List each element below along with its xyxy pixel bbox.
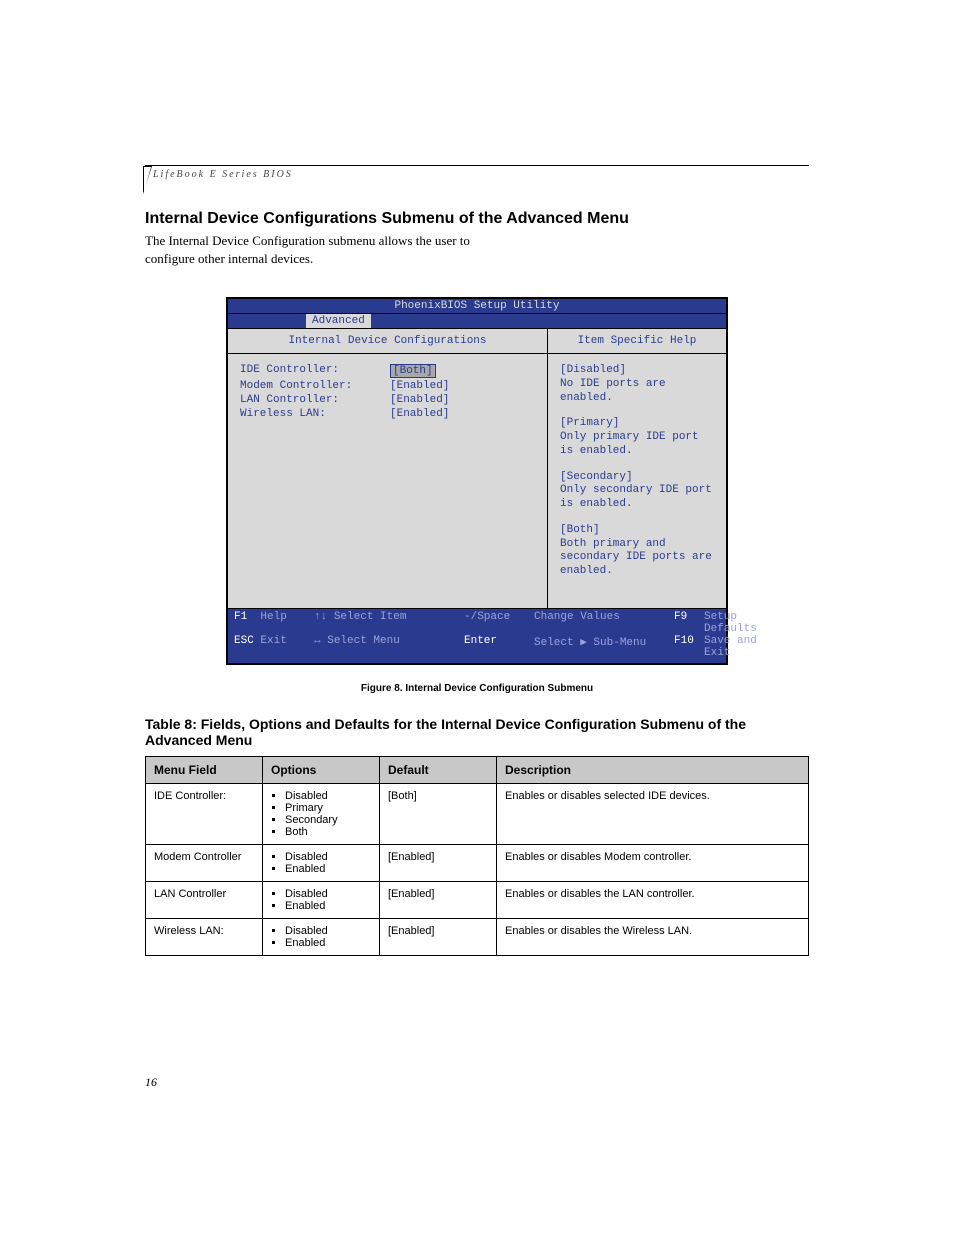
page-number: 16 bbox=[145, 1075, 157, 1090]
bios-help-heading: [Both] bbox=[560, 524, 714, 538]
cell-options: DisabledEnabled bbox=[263, 919, 380, 956]
bios-help-pane-title: Item Specific Help bbox=[548, 329, 726, 354]
cell-default: [Enabled] bbox=[380, 882, 497, 919]
cell-description: Enables or disables the LAN controller. bbox=[497, 882, 809, 919]
running-header: LifeBook E Series BIOS bbox=[145, 165, 809, 180]
nav-leftright-icon: ↔ bbox=[314, 635, 321, 647]
cell-menu-field: LAN Controller bbox=[146, 882, 263, 919]
option-item: Enabled bbox=[285, 900, 371, 912]
bios-help-body: No IDE ports are enabled. bbox=[560, 378, 714, 406]
option-item: Primary bbox=[285, 802, 371, 814]
label-change-values: Change Values bbox=[534, 611, 674, 635]
label-select-menu: Select Menu bbox=[327, 635, 400, 647]
option-item: Enabled bbox=[285, 937, 371, 949]
nav-updown-icon: ↑↓ bbox=[314, 611, 327, 623]
cell-options: DisabledPrimarySecondaryBoth bbox=[263, 784, 380, 845]
option-item: Disabled bbox=[285, 888, 371, 900]
bios-field-value[interactable]: [Enabled] bbox=[390, 394, 449, 406]
cell-default: [Enabled] bbox=[380, 845, 497, 882]
cell-description: Enables or disables Modem controller. bbox=[497, 845, 809, 882]
key-f10: F10 bbox=[674, 635, 704, 659]
bios-help-pane: Item Specific Help [Disabled]No IDE port… bbox=[548, 329, 726, 608]
options-table: Menu FieldOptionsDefaultDescription IDE … bbox=[145, 756, 809, 956]
table-header: Description bbox=[497, 757, 809, 784]
bios-title-bar: PhoenixBIOS Setup Utility bbox=[228, 299, 726, 314]
bios-footer: F1 Help ↑↓ Select Item -/Space Change Va… bbox=[228, 608, 726, 663]
table-row: IDE Controller:DisabledPrimarySecondaryB… bbox=[146, 784, 809, 845]
bios-field-label: LAN Controller: bbox=[240, 394, 390, 406]
cell-options: DisabledEnabled bbox=[263, 882, 380, 919]
table-header: Menu Field bbox=[146, 757, 263, 784]
cell-options: DisabledEnabled bbox=[263, 845, 380, 882]
table-row: Wireless LAN:DisabledEnabled[Enabled]Ena… bbox=[146, 919, 809, 956]
cell-default: [Enabled] bbox=[380, 919, 497, 956]
running-header-text: LifeBook E Series BIOS bbox=[153, 169, 293, 180]
key-f9: F9 bbox=[674, 611, 704, 635]
intro-paragraph: The Internal Device Configuration submen… bbox=[145, 232, 485, 267]
bios-help-body: Only secondary IDE port is enabled. bbox=[560, 484, 714, 512]
option-item: Secondary bbox=[285, 814, 371, 826]
bios-field-value[interactable]: [Enabled] bbox=[390, 408, 449, 420]
cell-default: [Both] bbox=[380, 784, 497, 845]
key-enter: Enter bbox=[464, 635, 534, 659]
cell-menu-field: IDE Controller: bbox=[146, 784, 263, 845]
bios-help-heading: [Secondary] bbox=[560, 471, 714, 485]
table-row: LAN ControllerDisabledEnabled[Enabled]En… bbox=[146, 882, 809, 919]
bios-field-value[interactable]: [Enabled] bbox=[390, 380, 449, 392]
bios-help-body: Only primary IDE port is enabled. bbox=[560, 431, 714, 459]
bios-screenshot: PhoenixBIOS Setup Utility Advanced Inter… bbox=[226, 297, 728, 665]
label-setup-defaults: Setup Defaults bbox=[704, 611, 757, 635]
header-wedge-icon bbox=[143, 166, 152, 194]
bios-menu-bar: Advanced bbox=[228, 314, 726, 329]
bios-left-pane: Internal Device Configurations IDE Contr… bbox=[228, 329, 548, 608]
bios-left-pane-title: Internal Device Configurations bbox=[228, 329, 547, 354]
option-item: Enabled bbox=[285, 863, 371, 875]
bios-help-heading: [Primary] bbox=[560, 417, 714, 431]
bios-field-label: Wireless LAN: bbox=[240, 408, 390, 420]
bios-tab-advanced[interactable]: Advanced bbox=[306, 314, 371, 328]
bios-field-row[interactable]: Modem Controller:[Enabled] bbox=[240, 380, 535, 392]
bios-help-body: Both primary and secondary IDE ports are… bbox=[560, 538, 714, 579]
label-select-item: Select Item bbox=[334, 611, 407, 623]
bios-field-value[interactable]: [Both] bbox=[390, 364, 436, 378]
section-heading: Internal Device Configurations Submenu o… bbox=[145, 210, 809, 228]
key-esc: ESC bbox=[234, 635, 254, 647]
cell-description: Enables or disables the Wireless LAN. bbox=[497, 919, 809, 956]
bios-help-heading: [Disabled] bbox=[560, 364, 714, 378]
bios-help-block: [Primary]Only primary IDE port is enable… bbox=[560, 417, 714, 458]
label-help: Help bbox=[260, 611, 286, 623]
label-exit: Exit bbox=[260, 635, 286, 647]
option-item: Disabled bbox=[285, 851, 371, 863]
bios-help-block: [Secondary]Only secondary IDE port is en… bbox=[560, 471, 714, 512]
option-item: Disabled bbox=[285, 925, 371, 937]
key-f1: F1 bbox=[234, 611, 247, 623]
bios-field-label: Modem Controller: bbox=[240, 380, 390, 392]
bios-field-label: IDE Controller: bbox=[240, 364, 390, 378]
bios-field-row[interactable]: Wireless LAN:[Enabled] bbox=[240, 408, 535, 420]
bios-help-block: [Both]Both primary and secondary IDE por… bbox=[560, 524, 714, 579]
figure-caption: Figure 8. Internal Device Configuration … bbox=[145, 683, 809, 694]
option-item: Disabled bbox=[285, 790, 371, 802]
cell-menu-field: Modem Controller bbox=[146, 845, 263, 882]
key-minus-space: -/Space bbox=[464, 611, 534, 635]
bios-field-row[interactable]: LAN Controller:[Enabled] bbox=[240, 394, 535, 406]
table-row: Modem ControllerDisabledEnabled[Enabled]… bbox=[146, 845, 809, 882]
label-save-exit: Save and Exit bbox=[704, 635, 757, 659]
table-header: Default bbox=[380, 757, 497, 784]
bios-field-row[interactable]: IDE Controller:[Both] bbox=[240, 364, 535, 378]
option-item: Both bbox=[285, 826, 371, 838]
table-header: Options bbox=[263, 757, 380, 784]
label-select-submenu: Select ▶ Sub-Menu bbox=[534, 635, 674, 659]
bios-help-block: [Disabled]No IDE ports are enabled. bbox=[560, 364, 714, 405]
cell-description: Enables or disables selected IDE devices… bbox=[497, 784, 809, 845]
table-title: Table 8: Fields, Options and Defaults fo… bbox=[145, 716, 809, 748]
cell-menu-field: Wireless LAN: bbox=[146, 919, 263, 956]
